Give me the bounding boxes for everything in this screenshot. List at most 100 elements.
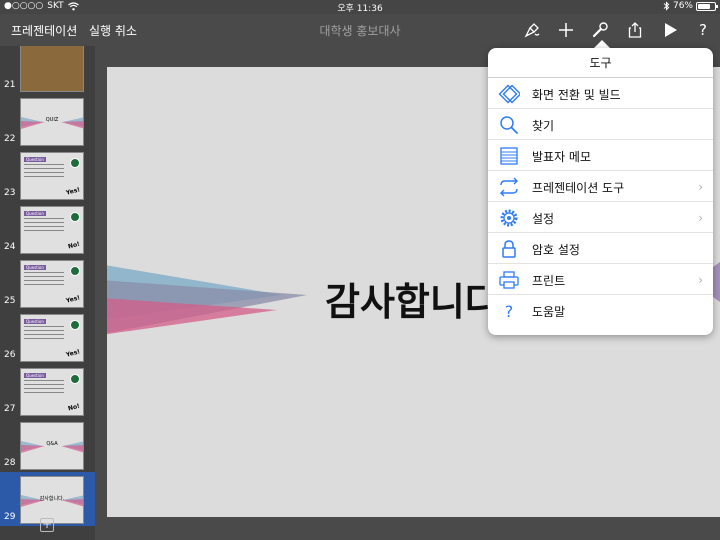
thumbnail-logo-icon <box>70 266 80 276</box>
thumbnail-answer: No! <box>67 240 81 251</box>
menu-item-settings[interactable]: 설정 › <box>488 202 713 233</box>
thumbnail-question-tag: Question <box>24 373 46 378</box>
slide-thumbnail-row[interactable]: 25 Question Yes! <box>0 256 95 310</box>
slide-thumbnail[interactable]: QUIZ <box>20 98 84 146</box>
slide-thumbnail-row[interactable]: 22 QUIZ <box>0 94 95 148</box>
transition-icon <box>498 83 520 105</box>
thumbnail-question-tag: Question <box>24 157 46 162</box>
thumbnail-logo-icon <box>70 212 80 222</box>
thumbnail-logo-icon <box>70 320 80 330</box>
share-button[interactable] <box>624 19 646 41</box>
menu-item-help[interactable]: ? 도움말 <box>488 295 713 326</box>
wrench-icon <box>592 22 608 38</box>
battery-fill <box>698 3 711 9</box>
menu-item-find[interactable]: 찾기 <box>488 109 713 140</box>
presenter-notes-icon <box>498 145 520 167</box>
slide-thumbnail[interactable]: Question Yes! <box>20 314 84 362</box>
menu-item-transitions[interactable]: 화면 전환 및 빌드 <box>488 78 713 109</box>
popover-title: 도구 <box>488 48 713 78</box>
menu-item-label: 암호 설정 <box>532 243 580 257</box>
thumbnail-question-tag: Question <box>24 265 46 270</box>
share-icon <box>628 22 642 38</box>
bluetooth-icon <box>663 1 670 11</box>
thumbnail-logo-icon <box>70 158 80 168</box>
menu-item-presentation-tools[interactable]: 프레젠테이션 도구 › <box>488 171 713 202</box>
slide-number: 25 <box>4 296 16 306</box>
help-icon: ? <box>699 21 707 39</box>
help-button[interactable]: ? <box>692 19 714 41</box>
chevron-right-icon: › <box>698 211 703 225</box>
slide-thumbnail[interactable]: Question Yes! <box>20 152 84 200</box>
menu-item-label: 찾기 <box>532 119 555 133</box>
thumbnail-answer: Yes! <box>65 186 81 197</box>
thumbnail-answer: Yes! <box>65 348 81 359</box>
search-icon <box>498 114 520 136</box>
keynote-app: ●○○○○ SKT 오후 11:36 76% 프레젠테이션 실행 취소 대학생 … <box>0 0 720 540</box>
slide-thumbnail[interactable]: Question Yes! <box>20 260 84 308</box>
battery-percent: 76% <box>672 1 693 11</box>
format-button[interactable] <box>521 19 543 41</box>
menu-item-label: 설정 <box>532 212 555 226</box>
gear-icon <box>498 207 520 229</box>
tools-button[interactable] <box>589 19 611 41</box>
plus-icon <box>559 23 573 37</box>
slide-number: 23 <box>4 188 16 198</box>
lock-icon <box>498 238 520 260</box>
chevron-right-icon: › <box>698 273 703 287</box>
menu-item-label: 발표자 메모 <box>532 150 592 164</box>
thumbnail-answer: Yes! <box>65 294 81 305</box>
battery-icon <box>696 1 718 11</box>
menu-item-label: 프레젠테이션 도구 <box>532 181 625 195</box>
slide-number: 26 <box>4 350 16 360</box>
toolbar: 프레젠테이션 실행 취소 대학생 홍보대사 ? <box>0 14 720 46</box>
menu-item-label: 도움말 <box>532 305 566 319</box>
slide-thumbnail-row[interactable]: 27 Question No! <box>0 364 95 418</box>
slide-thumbnail-row[interactable]: 28 Q&A <box>0 418 95 472</box>
thumbnail-logo-icon <box>70 374 80 384</box>
slide-thumbnail-row[interactable]: 24 Question No! <box>0 202 95 256</box>
thumbnail-answer: No! <box>67 402 81 413</box>
presentation-tools-icon <box>498 176 520 198</box>
menu-item-password[interactable]: 암호 설정 <box>488 233 713 264</box>
slide-thumbnail-row[interactable]: 23 Question Yes! <box>0 148 95 202</box>
slide-thumbnail[interactable] <box>20 46 84 92</box>
paintbrush-icon <box>524 23 540 38</box>
slide-number: 24 <box>4 242 16 252</box>
slide-number: 28 <box>4 458 16 468</box>
status-time: 오후 11:36 <box>337 4 383 14</box>
thumbnail-text-lines <box>24 380 64 396</box>
menu-item-presenter-notes[interactable]: 발표자 메모 <box>488 140 713 171</box>
menu-item-label: 화면 전환 및 빌드 <box>532 88 621 102</box>
thumbnail-text-lines <box>24 218 64 234</box>
slide-thumbnail-row[interactable]: 21 <box>0 46 95 94</box>
slide-number: 29 <box>4 512 16 522</box>
thumbnail-question-tag: Question <box>24 211 46 216</box>
status-bar: ●○○○○ SKT 오후 11:36 76% <box>0 0 720 14</box>
slide-thumbnail[interactable]: Question No! <box>20 368 84 416</box>
thumbnail-text-lines <box>24 164 64 180</box>
slide-thumbnail[interactable]: Question No! <box>20 206 84 254</box>
chevron-right-icon: › <box>698 180 703 194</box>
slide-navigator[interactable]: 21 22 QUIZ 23 Question Yes! 24 Question No! 25 Que… <box>0 46 95 540</box>
document-title: 대학생 홍보대사 <box>319 24 401 38</box>
slide-number: 22 <box>4 134 16 144</box>
slide-title[interactable]: 감사합니다 <box>325 271 500 326</box>
thumbnail-text-lines <box>24 272 64 288</box>
slide-thumbnail[interactable]: Q&A <box>20 422 84 470</box>
play-button[interactable] <box>659 19 681 41</box>
add-button[interactable] <box>555 19 577 41</box>
slide-number: 21 <box>4 80 16 90</box>
menu-item-print[interactable]: 프린트 › <box>488 264 713 295</box>
print-icon <box>498 269 520 291</box>
add-slide-button[interactable]: + <box>40 518 54 532</box>
slide-thumbnail-row[interactable]: 26 Question Yes! <box>0 310 95 364</box>
thumbnail-question-tag: Question <box>24 319 46 324</box>
thumbnail-text-lines <box>24 326 64 342</box>
thumbnail-title: Q&A <box>46 441 58 447</box>
thumbnail-title: QUIZ <box>45 117 59 123</box>
help-icon: ? <box>504 301 514 321</box>
slide-number: 27 <box>4 404 16 414</box>
status-right: 76% <box>663 1 718 11</box>
slide-thumbnail[interactable]: 감사합니다. <box>20 476 84 524</box>
tools-popover: 도구 화면 전환 및 빌드 찾기 발표자 메모 프레젠테이션 도구 › 설정 ›… <box>488 48 713 335</box>
